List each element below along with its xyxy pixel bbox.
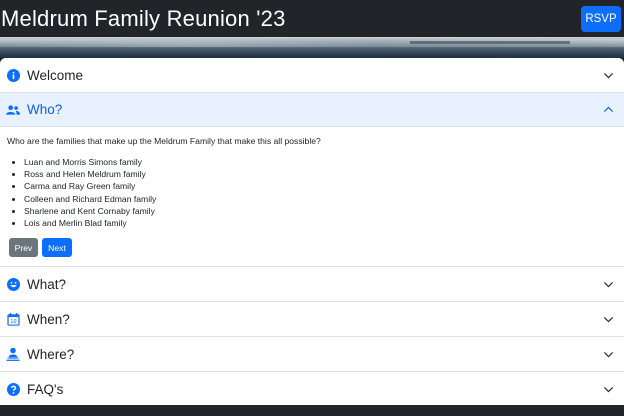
- chevron-down-icon: [602, 383, 614, 395]
- list-item: Sharlene and Kent Cornaby family: [24, 205, 616, 217]
- accordion-body-who: Who are the families that make up the Me…: [0, 127, 624, 266]
- accordion-header-what[interactable]: What?: [0, 267, 624, 301]
- calendar-icon: 10: [6, 312, 20, 326]
- list-item: Colleen and Richard Edman family: [24, 193, 616, 205]
- info-circle-icon: [6, 68, 20, 82]
- accordion-item-what: What?: [0, 267, 624, 302]
- calendar-day-number: 10: [10, 319, 16, 325]
- accordion-title-where: Where?: [27, 346, 75, 362]
- accordion-title-who: Who?: [27, 102, 63, 117]
- rsvp-button[interactable]: RSVP: [581, 5, 621, 32]
- next-button[interactable]: Next: [42, 238, 72, 258]
- accordion: Welcome Who? Who are the families that m…: [0, 58, 624, 406]
- who-intro-text: Who are the families that make up the Me…: [7, 136, 321, 146]
- chevron-down-icon: [602, 348, 614, 360]
- smile-icon: [6, 277, 20, 291]
- people-icon: [6, 103, 20, 117]
- question-circle-icon: [6, 382, 20, 396]
- accordion-title-faq: FAQ's: [27, 381, 64, 397]
- navbar: Meldrum Family Reunion '23 RSVP: [0, 0, 624, 37]
- prev-button[interactable]: Prev: [9, 238, 38, 258]
- list-item: Ross and Helen Meldrum family: [24, 168, 616, 180]
- person-location-icon: [6, 347, 20, 361]
- header-banner-image: [0, 37, 624, 58]
- accordion-header-who[interactable]: Who?: [0, 93, 624, 127]
- list-item: Lois and Merlin Blad family: [24, 217, 616, 229]
- accordion-header-when[interactable]: 10 When?: [0, 302, 624, 336]
- accordion-item-who: Who? Who are the families that make up t…: [0, 93, 624, 267]
- accordion-title-welcome: Welcome: [27, 67, 84, 83]
- list-item: Luan and Morris Simons family: [24, 156, 616, 168]
- list-item: Carma and Ray Green family: [24, 180, 616, 192]
- family-list: Luan and Morris Simons family Ross and H…: [7, 156, 616, 229]
- chevron-down-icon: [602, 278, 614, 290]
- accordion-header-faq[interactable]: FAQ's: [0, 372, 624, 406]
- chevron-up-icon: [602, 104, 614, 116]
- accordion-title-what: What?: [27, 276, 67, 292]
- site-title[interactable]: Meldrum Family Reunion '23: [0, 6, 286, 32]
- accordion-item-when: 10 When?: [0, 302, 624, 337]
- who-nav-buttons: Prev Next: [7, 238, 616, 258]
- chevron-down-icon: [602, 313, 614, 325]
- accordion-header-where[interactable]: Where?: [0, 337, 624, 371]
- accordion-item-where: Where?: [0, 337, 624, 372]
- page-footer: [0, 405, 624, 416]
- chevron-down-icon: [602, 69, 614, 81]
- accordion-header-welcome[interactable]: Welcome: [0, 58, 624, 92]
- accordion-title-when: When?: [27, 311, 70, 327]
- accordion-item-welcome: Welcome: [0, 58, 624, 93]
- accordion-item-faq: FAQ's: [0, 372, 624, 406]
